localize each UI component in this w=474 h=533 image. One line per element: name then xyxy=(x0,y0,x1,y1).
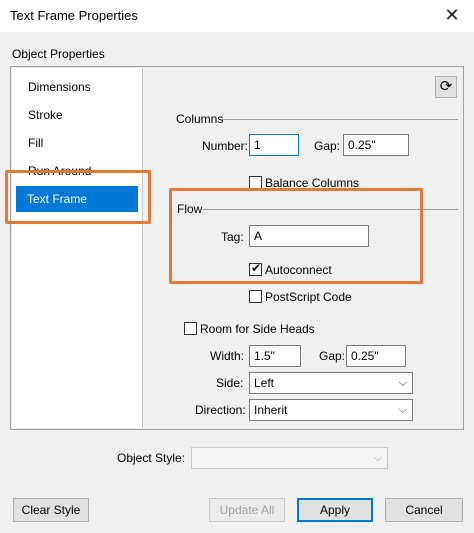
nav-item-fill[interactable]: Fill xyxy=(28,136,43,150)
columns-title: Columns xyxy=(176,112,224,126)
nav-highlight-box xyxy=(5,170,151,224)
columns-gap-input[interactable]: 0.25" xyxy=(343,134,409,156)
flow-highlight-box xyxy=(169,188,423,284)
room-for-side-heads-checkbox[interactable] xyxy=(184,322,197,335)
side-heads-width-input[interactable]: 1.5" xyxy=(249,345,301,367)
nav-item-dimensions[interactable]: Dimensions xyxy=(28,80,91,94)
direction-select[interactable]: Inherit ⌵ xyxy=(249,399,413,421)
columns-gap-label: Gap: xyxy=(314,139,341,153)
title-bar: Text Frame Properties ✕ xyxy=(0,0,474,32)
direction-select-value: Inherit xyxy=(254,403,288,417)
columns-divider xyxy=(222,119,458,120)
side-label: Side: xyxy=(216,376,244,390)
columns-number-label: Number: xyxy=(202,139,249,153)
columns-number-input[interactable]: 1 xyxy=(249,134,299,156)
postscript-code-label: PostScript Code xyxy=(265,290,352,304)
postscript-code-checkbox[interactable] xyxy=(249,290,262,303)
object-style-select[interactable]: ⌵ xyxy=(191,447,388,469)
nav-item-stroke[interactable]: Stroke xyxy=(28,108,63,122)
window-title: Text Frame Properties xyxy=(10,8,138,23)
nav-list: Dimensions Stroke Fill Run Around xyxy=(12,68,143,428)
side-heads-width-label: Width: xyxy=(210,349,245,363)
chevron-down-icon: ⌵ xyxy=(373,452,382,464)
cancel-button[interactable]: Cancel xyxy=(385,498,463,522)
chevron-down-icon: ⌵ xyxy=(398,377,407,389)
direction-label: Direction: xyxy=(195,403,246,417)
side-heads-gap-input[interactable]: 0.25" xyxy=(346,345,406,367)
close-icon[interactable]: ✕ xyxy=(440,4,464,26)
update-all-button[interactable]: Update All xyxy=(209,498,285,522)
side-select[interactable]: Left ⌵ xyxy=(249,372,413,394)
room-for-side-heads-label: Room for Side Heads xyxy=(200,322,315,336)
side-heads-gap-label: Gap: xyxy=(319,349,346,363)
object-style-label: Object Style: xyxy=(117,451,186,465)
object-properties-label: Object Properties xyxy=(12,47,105,61)
refresh-icon[interactable]: ⟳ xyxy=(435,76,457,98)
chevron-down-icon: ⌵ xyxy=(398,404,407,416)
apply-button[interactable]: Apply xyxy=(297,498,373,522)
side-select-value: Left xyxy=(254,376,275,390)
clear-style-button[interactable]: Clear Style xyxy=(13,498,89,522)
